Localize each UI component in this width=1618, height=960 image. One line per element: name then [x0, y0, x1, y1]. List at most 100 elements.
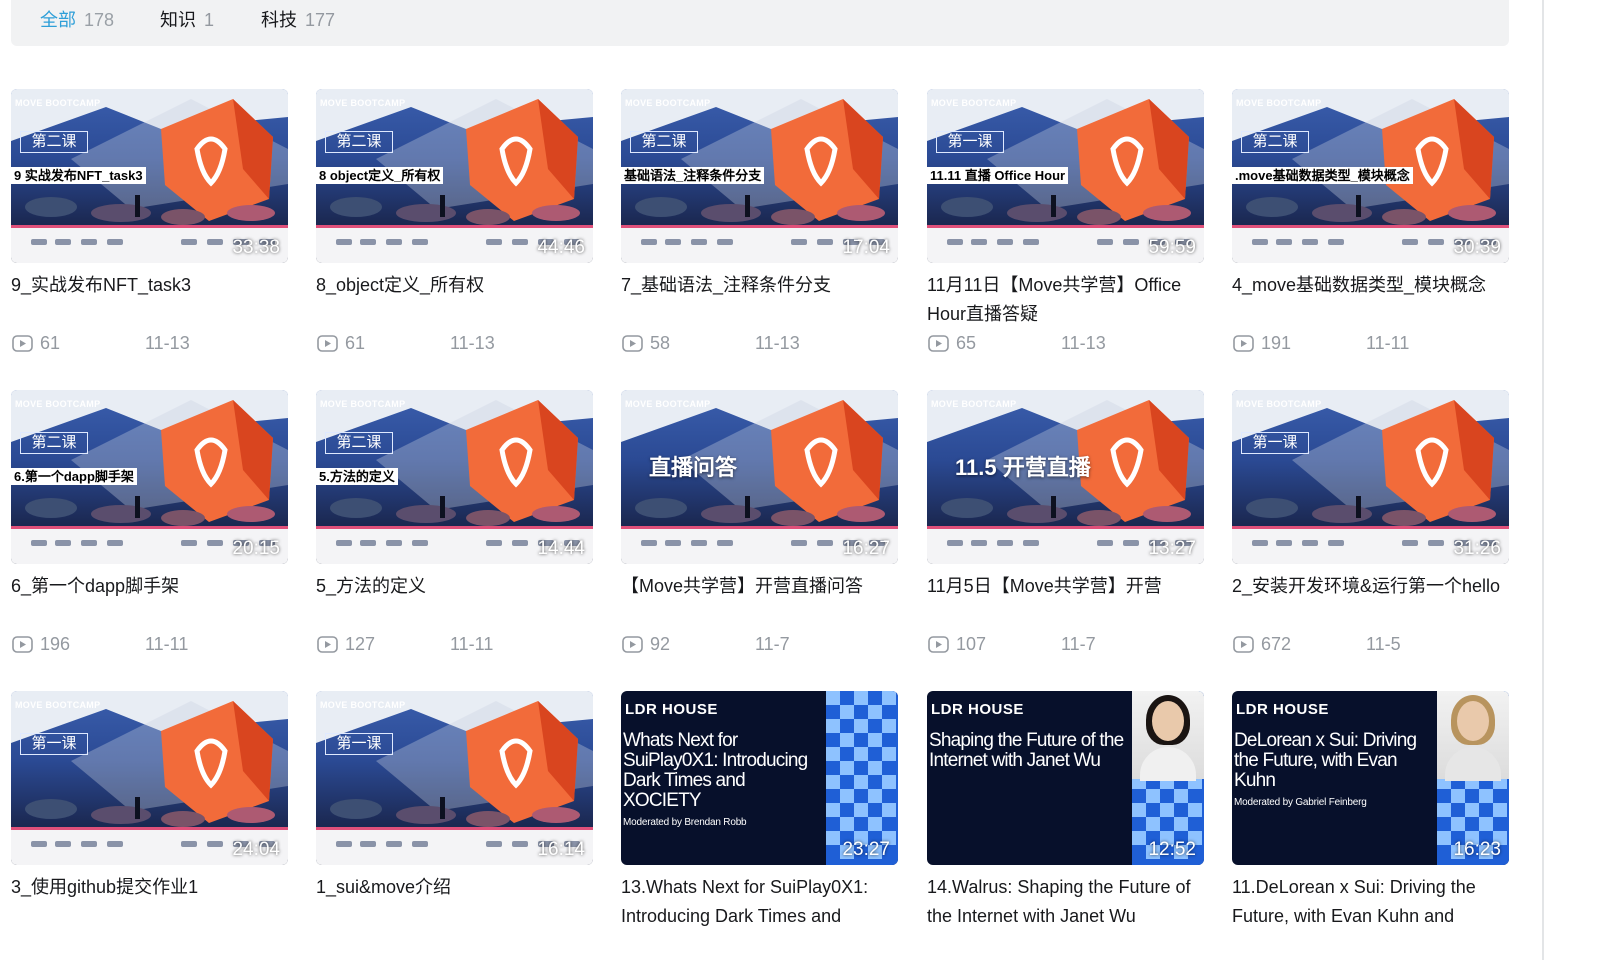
cover-brand: MOVE BOOTCAMP: [625, 98, 711, 108]
video-thumbnail[interactable]: MOVE BOOTCAMP 第二课 .move基础数据类型_模块概念 30:39: [1232, 89, 1509, 263]
play-count-icon: [928, 335, 949, 352]
ldr-house-logo: LDR HOUSE: [931, 701, 1024, 718]
video-title[interactable]: 6_第一个dapp脚手架: [11, 572, 288, 601]
publish-date: 11-11: [145, 634, 189, 654]
sponsor-logo: [1302, 239, 1318, 245]
video-thumbnail[interactable]: LDR HOUSE Whats Next for SuiPlay0X1: Intr…: [621, 691, 898, 865]
video-card[interactable]: MOVE BOOTCAMP 第二课 9 实战发布NFT_task3 33:38 9_实战…: [11, 89, 288, 359]
video-thumbnail[interactable]: MOVE BOOTCAMP 第一课 31:26: [1232, 390, 1509, 564]
sponsor-logo: [641, 540, 657, 546]
cover-headline: 直播问答: [649, 455, 738, 480]
duration-badge: 16:23: [1453, 839, 1501, 860]
video-title[interactable]: 13.Whats Next for SuiPlay0X1: Introducin…: [621, 873, 898, 931]
video-title[interactable]: 14.Walrus: Shaping the Future of the Int…: [927, 873, 1204, 931]
video-card[interactable]: MOVE BOOTCAMP 第二课 .move基础数据类型_模块概念 30:39 4_m…: [1232, 89, 1509, 359]
sponsor-logo: [665, 239, 681, 245]
video-meta: 65 11-13: [927, 331, 1204, 355]
play-count: 61: [40, 333, 61, 353]
video-card[interactable]: MOVE BOOTCAMP 第一课 16:14 1_sui&move介绍: [316, 691, 593, 960]
video-meta: 107 11-7: [927, 632, 1204, 656]
video-thumbnail[interactable]: MOVE BOOTCAMP 直播问答 16:27: [621, 390, 898, 564]
sponsor-logo: [386, 239, 402, 245]
cover-topic-label: .move基础数据类型_模块概念: [1232, 167, 1413, 184]
video-card[interactable]: MOVE BOOTCAMP 第二课 8 object定义_所有权 44:46 8_obj…: [316, 89, 593, 359]
video-title[interactable]: 7_基础语法_注释条件分支: [621, 271, 898, 300]
cover-brand: MOVE BOOTCAMP: [1236, 399, 1322, 409]
video-title[interactable]: 1_sui&move介绍: [316, 873, 593, 902]
publish-date: 11-5: [1366, 634, 1401, 654]
video-card[interactable]: LDR HOUSE DeLorean x Sui: Driving the Fut…: [1232, 691, 1509, 960]
sponsor-logo: [81, 540, 97, 546]
play-count: 58: [650, 333, 671, 353]
sponsor-logo: [665, 540, 681, 546]
video-card[interactable]: LDR HOUSE Whats Next for SuiPlay0X1: Intr…: [621, 691, 898, 960]
cover-headline: 11.5 开营直播: [955, 455, 1091, 480]
video-title[interactable]: 4_move基础数据类型_模块概念: [1232, 271, 1509, 300]
sponsor-logo: [486, 239, 502, 245]
sponsor-logo: [207, 540, 223, 546]
video-card[interactable]: MOVE BOOTCAMP 第二课 6.第一个dapp脚手架 20:15 6_第一个da…: [11, 390, 288, 660]
publish-date: 11-13: [145, 333, 190, 353]
duration-badge: 31:26: [1453, 538, 1501, 559]
sponsor-logo: [360, 239, 376, 245]
cover-topic-label: 5.方法的定义: [316, 468, 398, 485]
sponsor-logo: [1123, 540, 1139, 546]
video-card[interactable]: MOVE BOOTCAMP 第一课 24:04 3_使用github提交作业1: [11, 691, 288, 960]
video-grid: MOVE BOOTCAMP 第二课 9 实战发布NFT_task3 33:38 9_实战…: [0, 0, 1540, 960]
cover-topic-label: 8 object定义_所有权: [316, 167, 444, 184]
video-thumbnail[interactable]: MOVE BOOTCAMP 第一课 11.11 直播 Office Hour 59:5…: [927, 89, 1204, 263]
video-thumbnail[interactable]: LDR HOUSE Shaping the Future of the Inter…: [927, 691, 1204, 865]
sponsor-logo: [997, 239, 1013, 245]
sponsor-logo: [512, 540, 528, 546]
sponsor-logo: [997, 540, 1013, 546]
video-title[interactable]: 2_安装开发环境&运行第一个hello: [1232, 572, 1509, 601]
sponsor-logo: [181, 540, 197, 546]
cover-lesson-badge: 第二课: [20, 432, 88, 454]
publish-date: 11-11: [450, 634, 494, 654]
video-card[interactable]: MOVE BOOTCAMP 第一课 11.11 直播 Office Hour 59:5…: [927, 89, 1204, 359]
video-card[interactable]: LDR HOUSE Shaping the Future of the Inter…: [927, 691, 1204, 960]
cover-brand: MOVE BOOTCAMP: [320, 399, 406, 409]
video-card[interactable]: MOVE BOOTCAMP 第二课 5.方法的定义 14:44 5_方法的定义 127 11…: [316, 390, 593, 660]
video-title[interactable]: 9_实战发布NFT_task3: [11, 271, 288, 300]
video-thumbnail[interactable]: MOVE BOOTCAMP 第二课 5.方法的定义 14:44: [316, 390, 593, 564]
video-thumbnail[interactable]: MOVE BOOTCAMP 第二课 9 实战发布NFT_task3 33:38: [11, 89, 288, 263]
sponsor-logo: [336, 540, 352, 546]
sponsor-logo: [691, 540, 707, 546]
video-title[interactable]: 5_方法的定义: [316, 572, 593, 601]
scrollbar[interactable]: [1542, 0, 1544, 960]
video-card[interactable]: MOVE BOOTCAMP 第二课 基础语法_注释条件分支 17:04 7_基础语法_注…: [621, 89, 898, 359]
play-count: 672: [1261, 634, 1292, 654]
publish-date: 11-7: [755, 634, 790, 654]
sponsor-logo: [1328, 239, 1344, 245]
video-card[interactable]: MOVE BOOTCAMP 第一课 31:26 2_安装开发环境&运行第一个hello…: [1232, 390, 1509, 660]
video-thumbnail[interactable]: MOVE BOOTCAMP 第一课 24:04: [11, 691, 288, 865]
duration-badge: 14:44: [537, 538, 585, 559]
video-title[interactable]: 11月11日【Move共学营】Office Hour直播答疑: [927, 271, 1204, 329]
sponsor-logo: [791, 540, 807, 546]
video-title[interactable]: 8_object定义_所有权: [316, 271, 593, 300]
video-thumbnail[interactable]: MOVE BOOTCAMP 第二课 基础语法_注释条件分支 17:04: [621, 89, 898, 263]
sponsor-logo: [360, 841, 376, 847]
video-title[interactable]: 11.DeLorean x Sui: Driving the Future, w…: [1232, 873, 1509, 931]
video-title[interactable]: 11月5日【Move共学营】开营: [927, 572, 1204, 601]
duration-badge: 12:52: [1148, 839, 1196, 860]
video-thumbnail[interactable]: MOVE BOOTCAMP 第一课 16:14: [316, 691, 593, 865]
video-thumbnail[interactable]: LDR HOUSE DeLorean x Sui: Driving the Fut…: [1232, 691, 1509, 865]
video-thumbnail[interactable]: MOVE BOOTCAMP 11.5 开营直播 13:27: [927, 390, 1204, 564]
publish-date: 11-13: [755, 333, 800, 353]
sponsor-logo: [107, 841, 123, 847]
sponsor-logo: [1402, 540, 1418, 546]
sponsor-logo: [512, 841, 528, 847]
video-thumbnail[interactable]: MOVE BOOTCAMP 第二课 6.第一个dapp脚手架 20:15: [11, 390, 288, 564]
play-count-icon: [622, 335, 643, 352]
sponsor-logo: [81, 239, 97, 245]
video-card[interactable]: MOVE BOOTCAMP 直播问答 16:27 【Move共学营】开营直播问答 92 1…: [621, 390, 898, 660]
sponsor-logo: [1252, 540, 1268, 546]
video-title[interactable]: 3_使用github提交作业1: [11, 873, 288, 902]
video-title[interactable]: 【Move共学营】开营直播问答: [621, 572, 898, 601]
sponsor-logo: [641, 239, 657, 245]
cover-moderator: Moderated by Brendan Robb: [623, 817, 747, 828]
video-thumbnail[interactable]: MOVE BOOTCAMP 第二课 8 object定义_所有权 44:46: [316, 89, 593, 263]
video-card[interactable]: MOVE BOOTCAMP 11.5 开营直播 13:27 11月5日【Move共学营…: [927, 390, 1204, 660]
